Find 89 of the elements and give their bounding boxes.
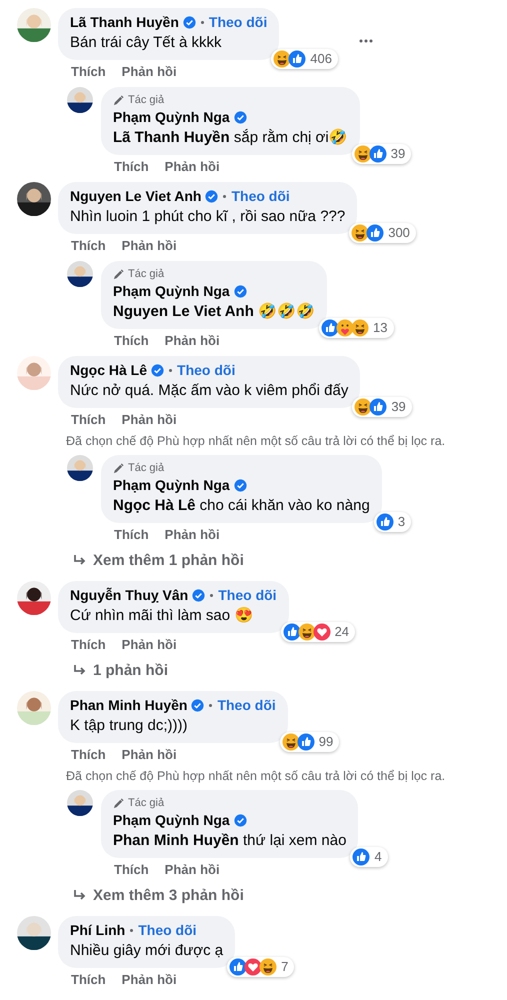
follow-link[interactable]: Theo dõi <box>177 361 236 380</box>
reply-arrow-icon <box>73 555 87 567</box>
follow-link[interactable]: Theo dõi <box>138 921 197 940</box>
comment-text: Cứ nhìn mãi thì làm sao 😍 <box>70 606 254 626</box>
follow-link[interactable]: Theo dõi <box>231 187 290 206</box>
reaction-summary[interactable]: 24 <box>280 622 356 642</box>
reply-arrow-icon <box>73 665 87 677</box>
comment-action-link[interactable]: Phản hồi <box>164 158 220 176</box>
more-options-icon[interactable] <box>359 39 374 43</box>
reaction-count: 39 <box>391 398 406 416</box>
reaction-summary[interactable]: 39 <box>352 397 412 417</box>
reaction-summary[interactable]: 300 <box>349 223 416 243</box>
reaction-count: 4 <box>374 848 382 866</box>
reaction-count: 39 <box>390 145 406 163</box>
reaction-count: 7 <box>281 958 288 976</box>
pen-icon <box>113 462 124 474</box>
separator-dot-icon <box>209 704 212 707</box>
reaction-summary[interactable]: 39 <box>352 144 412 164</box>
comment-text: Ngọc Hà Lê cho cái khăn vào ko nàng <box>113 496 370 516</box>
comment-action-link[interactable]: Phản hồi <box>122 746 177 764</box>
commenter-name[interactable]: Ngọc Hà Lê <box>70 361 148 380</box>
reply-arrow-icon <box>73 890 87 902</box>
comment-action-link[interactable]: Thích <box>71 971 106 989</box>
reaction-count: 406 <box>310 50 332 68</box>
comment-text: Bán trái cây Tết à kkkk <box>70 33 222 53</box>
comment-text: Lã Thanh Huyền sắp rằm chị ơi🤣 <box>113 128 348 148</box>
separator-dot-icon <box>169 369 172 372</box>
separator-dot-icon <box>130 929 134 932</box>
commenter-name[interactable]: Phan Minh Huyền <box>70 696 188 715</box>
commenter-name[interactable]: Phạm Quỳnh Nga <box>113 282 230 301</box>
commenter-name[interactable]: Lã Thanh Huyền <box>70 13 179 32</box>
comment-action-link[interactable]: Thích <box>71 411 106 429</box>
reaction-summary[interactable]: 406 <box>271 49 338 69</box>
commenter-name[interactable]: Phạm Quỳnh Nga <box>113 108 230 127</box>
comment-action-link[interactable]: Thích <box>71 746 106 764</box>
separator-dot-icon <box>210 594 214 597</box>
reaction-summary[interactable]: 4 <box>350 847 388 867</box>
commenter-name[interactable]: Phí Linh <box>70 921 126 940</box>
reaction-count: 99 <box>318 733 334 751</box>
view-more-replies-link[interactable]: 1 phản hồi <box>93 661 168 681</box>
comment-action-link[interactable]: Phản hồi <box>122 411 177 429</box>
author-label: Tác giả <box>128 461 164 476</box>
reaction-count: 3 <box>398 513 406 531</box>
comment-action-link[interactable]: Phản hồi <box>122 63 177 81</box>
separator-dot-icon <box>200 21 204 24</box>
separator-dot-icon <box>223 195 226 198</box>
comment-text: K tập trung dc;)))) <box>70 716 189 736</box>
follow-link[interactable]: Theo dõi <box>218 586 277 605</box>
commenter-name[interactable]: Nguyen Le Viet Anh <box>70 187 202 206</box>
comment-action-link[interactable]: Phản hồi <box>122 237 177 255</box>
view-more-replies-link[interactable]: Xem thêm 1 phản hồi <box>93 551 244 571</box>
comment-text: Phan Minh Huyền thứ lại xem nào <box>113 831 346 851</box>
commenter-name[interactable]: Phạm Quỳnh Nga <box>113 476 230 495</box>
comment-action-link[interactable]: Phản hồi <box>164 526 220 544</box>
pen-icon <box>113 268 124 280</box>
comment-action-link[interactable]: Phản hồi <box>164 332 220 350</box>
filter-notice: Đã chọn chế độ Phù hợp nhất nên một số câu trả lời có thể bị lọc ra. <box>65 768 446 784</box>
comment-action-link[interactable]: Thích <box>71 636 106 654</box>
follow-link[interactable]: Theo dõi <box>208 13 268 32</box>
comment-action-link[interactable]: Thích <box>114 861 149 879</box>
reaction-summary[interactable]: 7 <box>227 957 294 977</box>
commenter-name[interactable]: Phạm Quỳnh Nga <box>113 811 230 830</box>
comment-action-link[interactable]: Thích <box>114 158 149 176</box>
comment-action-link[interactable]: Phản hồi <box>122 971 177 989</box>
comment-action-link[interactable]: Thích <box>71 237 106 255</box>
reaction-summary[interactable]: 13 <box>319 318 394 338</box>
comment-text: Nức nở quá. Mặc ấm vào k viêm phổi đấy <box>70 381 348 401</box>
reaction-count: 13 <box>373 319 388 337</box>
comment-action-link[interactable]: Thích <box>114 526 149 544</box>
comment-text: Nhìn luoin 1 phút cho kĩ , rồi sao nữa ??? <box>70 207 346 227</box>
comment-action-link[interactable]: Phản hồi <box>122 636 177 654</box>
pen-icon <box>113 798 124 808</box>
comment-action-link[interactable]: Thích <box>71 63 106 81</box>
comment-action-link[interactable]: Thích <box>114 332 149 350</box>
reaction-count: 24 <box>334 623 350 641</box>
view-more-replies-link[interactable]: Xem thêm 3 phản hồi <box>93 886 244 906</box>
filter-notice: Đã chọn chế độ Phù hợp nhất nên một số câu trả lời có thể bị lọc ra. <box>65 433 446 449</box>
author-label: Tác giả <box>128 93 164 108</box>
comment-text: Nguyen Le Viet Anh 🤣🤣🤣 <box>113 302 316 322</box>
reaction-count: 300 <box>388 224 410 242</box>
pen-icon <box>113 94 124 106</box>
reaction-summary[interactable]: 3 <box>374 512 412 532</box>
comment-action-link[interactable]: Phản hồi <box>164 861 220 879</box>
author-label: Tác giả <box>128 796 164 811</box>
commenter-name[interactable]: Nguyễn Thuỵ Vân <box>70 586 188 605</box>
follow-link[interactable]: Theo dõi <box>217 696 276 715</box>
author-label: Tác giả <box>128 267 164 282</box>
reaction-summary[interactable]: 99 <box>280 732 340 752</box>
comment-text: Nhiều giây mới được ạ <box>70 941 224 961</box>
